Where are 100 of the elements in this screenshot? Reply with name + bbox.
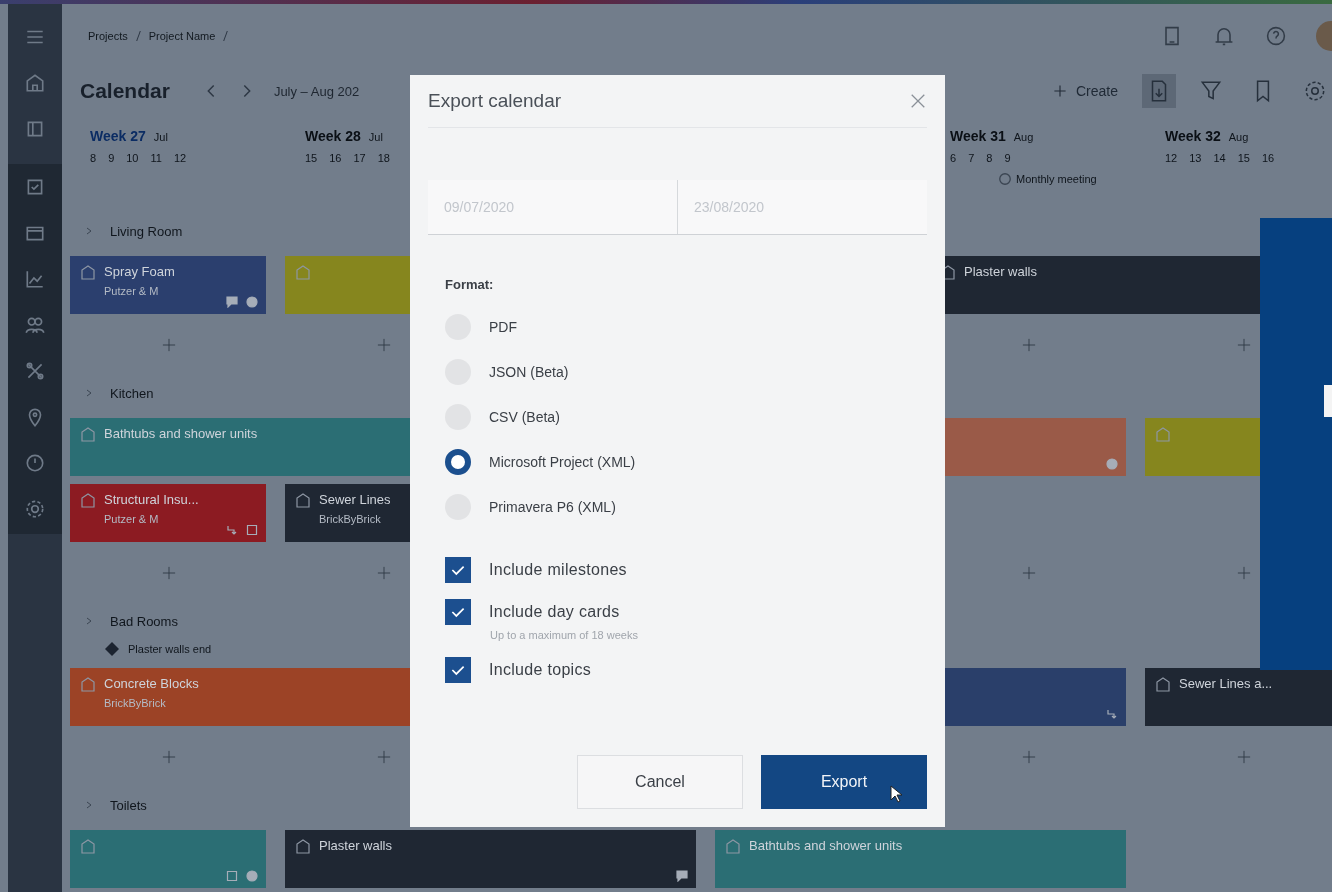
- milestone-icon: [104, 641, 120, 657]
- month-label: Aug: [1013, 131, 1034, 143]
- add-icon[interactable]: [1236, 338, 1251, 352]
- task-card[interactable]: Sewer Lines a...: [1145, 668, 1332, 726]
- house-icon: [1155, 676, 1171, 692]
- day-number: 12: [173, 152, 187, 164]
- checkbox[interactable]: [445, 599, 471, 625]
- task-card[interactable]: Plaster walls: [285, 830, 696, 888]
- milestone-label: Plaster walls end: [128, 643, 212, 655]
- add-icon[interactable]: [376, 338, 391, 352]
- radio-button[interactable]: [445, 448, 471, 475]
- card-subtitle: BrickByBrick: [319, 513, 382, 525]
- day-number: 16: [329, 152, 342, 164]
- day-number: 15: [305, 152, 318, 164]
- home-icon[interactable]: [24, 72, 46, 94]
- add-icon[interactable]: [376, 566, 391, 580]
- task-card[interactable]: Bathtubs and shower units: [715, 830, 1126, 888]
- house-icon: [80, 426, 96, 442]
- month-label: Aug: [1228, 131, 1249, 143]
- add-icon[interactable]: [1236, 750, 1251, 764]
- clock-icon[interactable]: [24, 452, 46, 474]
- checkbox[interactable]: [445, 557, 471, 583]
- card-title: Sewer Lines a...: [1179, 676, 1273, 691]
- meeting-icon: [998, 172, 1012, 186]
- breadcrumb-link[interactable]: Projects: [88, 30, 128, 42]
- add-icon[interactable]: [1021, 338, 1036, 352]
- dialog-title: Export calendar: [428, 90, 562, 112]
- day-number: 15: [1237, 152, 1250, 164]
- radio-label[interactable]: JSON (Beta): [489, 363, 569, 380]
- checkbox[interactable]: [445, 657, 471, 683]
- checkbox-label[interactable]: Include milestones: [489, 561, 627, 579]
- house-icon: [80, 264, 96, 280]
- task-card[interactable]: Structural Insu... Putzer & M: [70, 484, 266, 542]
- lane-title: Toilets: [110, 797, 147, 813]
- lane-title: Bad Rooms: [110, 613, 178, 629]
- radio-label[interactable]: Primavera P6 (XML): [489, 498, 616, 515]
- card-title: Structural Insu...: [104, 492, 199, 507]
- card-subtitle: Putzer & M: [104, 285, 160, 297]
- note-icon: [226, 870, 238, 882]
- day-number: 6: [950, 152, 957, 164]
- create-button[interactable]: Create: [1045, 79, 1124, 103]
- alert-icon: [246, 296, 258, 308]
- export-button[interactable]: Export: [761, 755, 927, 809]
- link-icon: [226, 524, 238, 536]
- alert-icon: [1106, 458, 1118, 470]
- radio-label[interactable]: CSV (Beta): [489, 408, 560, 425]
- add-icon[interactable]: [376, 750, 391, 764]
- week-label: Week 32: [1165, 128, 1221, 144]
- comment-icon: [226, 296, 238, 308]
- card-title: Spray Foam: [104, 264, 175, 279]
- export-icon[interactable]: [1142, 74, 1176, 108]
- house-icon: [80, 492, 96, 508]
- week-label: Week 31: [950, 128, 1006, 144]
- settings-icon[interactable]: [24, 498, 46, 520]
- format-label: Format:: [445, 277, 495, 292]
- day-number: 13: [1189, 152, 1202, 164]
- task-card[interactable]: Spray Foam Putzer & M: [70, 256, 266, 314]
- date-range: July – Aug 202: [273, 83, 360, 99]
- plus-icon: [1051, 83, 1068, 99]
- add-icon[interactable]: [1021, 750, 1036, 764]
- card-subtitle: Putzer & M: [104, 513, 160, 525]
- house-icon: [1155, 426, 1171, 442]
- day-number: 16: [1262, 152, 1275, 164]
- comment-icon: [676, 870, 688, 882]
- card-title: Concrete Blocks: [104, 676, 199, 691]
- card-title: Plaster walls: [319, 838, 392, 853]
- radio-label[interactable]: Microsoft Project (XML): [489, 453, 636, 470]
- cursor-icon: [890, 785, 902, 803]
- chart-icon[interactable]: [24, 268, 46, 290]
- tools-icon[interactable]: [24, 360, 46, 382]
- hint-text: Up to a maximum of 18 weeks: [489, 629, 639, 641]
- card-subtitle: BrickByBrick: [104, 697, 167, 709]
- help-icon[interactable]: [1264, 24, 1288, 48]
- day-number: 10: [126, 152, 139, 164]
- add-icon[interactable]: [1021, 566, 1036, 580]
- add-icon[interactable]: [161, 566, 176, 580]
- checkbox-label[interactable]: Include day cards: [489, 603, 620, 621]
- radio-label[interactable]: PDF: [489, 318, 517, 335]
- add-icon[interactable]: [161, 338, 176, 352]
- month-label: Jul: [368, 131, 383, 143]
- card-title: Bathtubs and shower units: [104, 426, 258, 441]
- collapse-icon[interactable]: [84, 226, 94, 236]
- day-number: 14: [1213, 152, 1226, 164]
- link-icon: [1106, 708, 1118, 720]
- note-icon: [246, 524, 258, 536]
- card-title: Bathtubs and shower units: [749, 838, 903, 853]
- collapse-icon[interactable]: [84, 388, 94, 398]
- breadcrumb-link[interactable]: Project Name: [148, 30, 216, 42]
- week-label: Week 28: [305, 128, 361, 144]
- add-icon[interactable]: [161, 750, 176, 764]
- close-icon[interactable]: [909, 92, 927, 110]
- day-number: 18: [377, 152, 390, 164]
- house-icon: [295, 838, 311, 854]
- house-icon: [80, 838, 96, 854]
- collapse-icon[interactable]: [84, 800, 94, 810]
- cancel-button[interactable]: Cancel: [577, 755, 743, 809]
- add-icon[interactable]: [1236, 566, 1251, 580]
- collapse-icon[interactable]: [84, 616, 94, 626]
- day-number: 7: [968, 152, 975, 164]
- page-title: Calendar: [80, 79, 170, 103]
